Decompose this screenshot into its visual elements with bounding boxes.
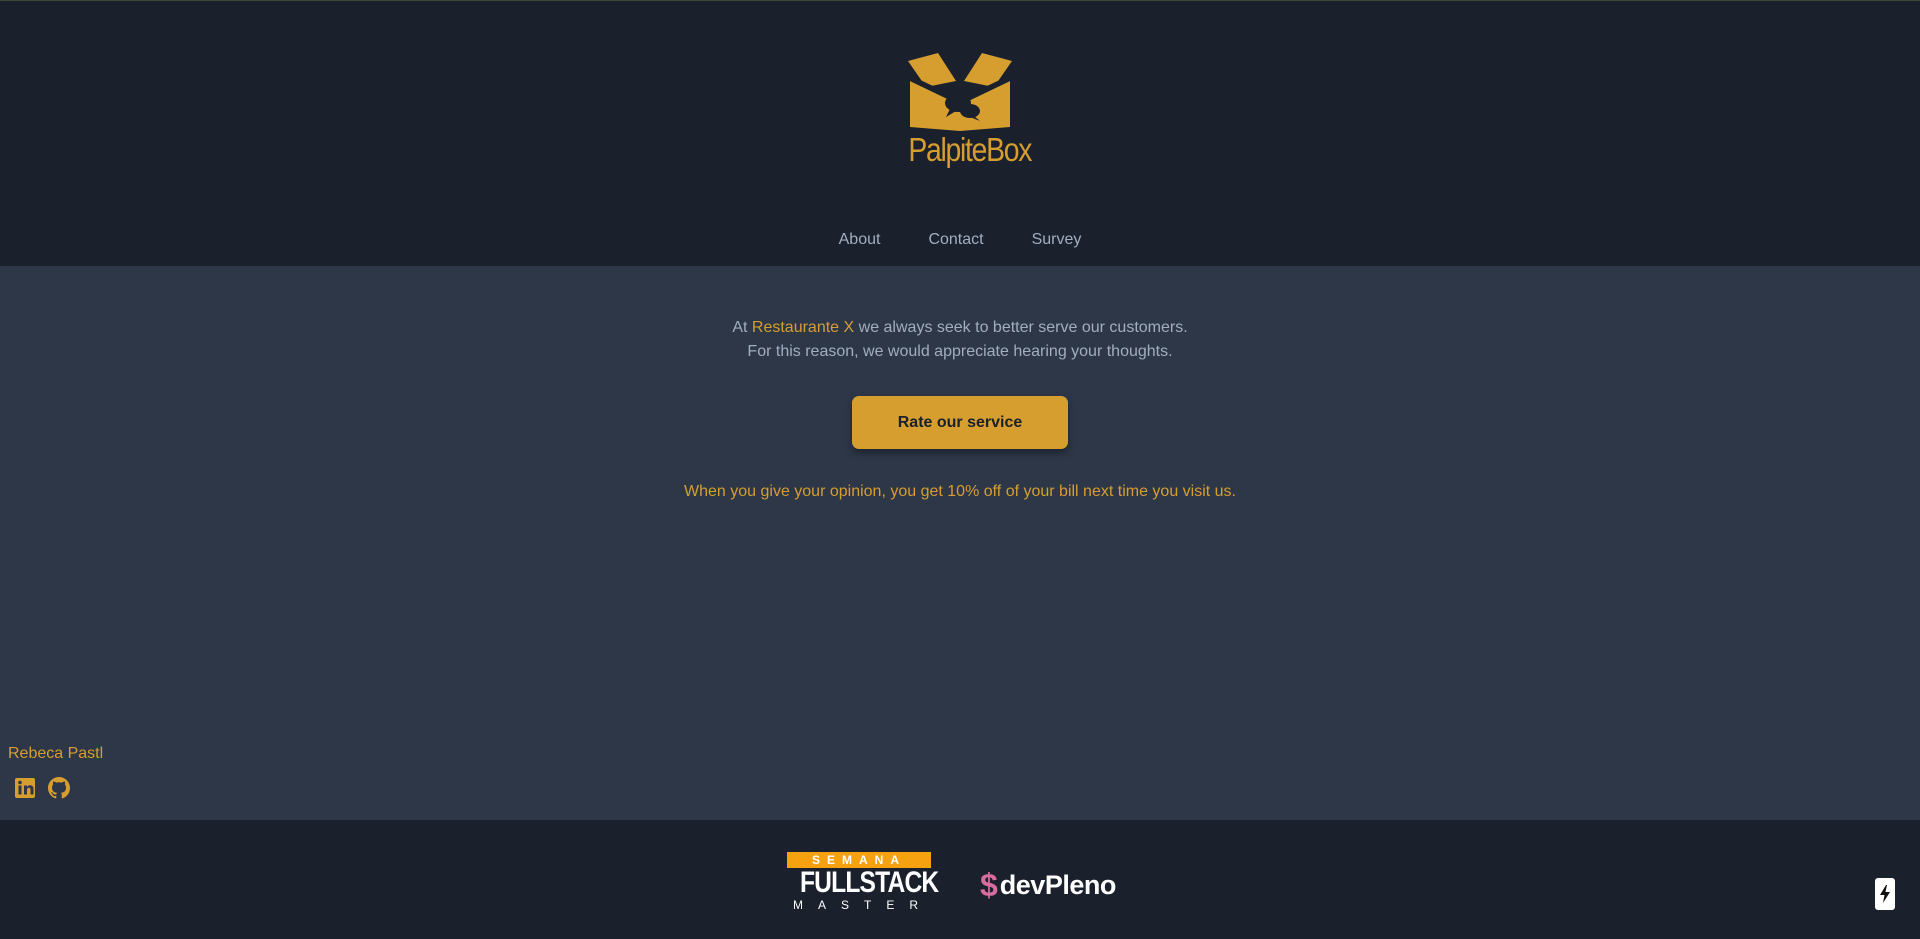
social-links <box>14 777 70 799</box>
fullstack-master-logo[interactable]: SEMANA FULLSTACK MASTER <box>787 852 939 914</box>
linkedin-icon[interactable] <box>14 777 36 799</box>
nav-about[interactable]: About <box>815 228 905 252</box>
fullstack-mid-text: FULLSTACK <box>799 866 939 899</box>
intro-line2: For this reason, we would appreciate hea… <box>747 343 1173 360</box>
intro-text: At Restaurante X we always seek to bette… <box>0 316 1920 364</box>
nav-contact[interactable]: Contact <box>904 228 1007 252</box>
github-icon[interactable] <box>48 777 70 799</box>
devpleno-text: devPleno <box>999 869 1117 900</box>
dollar-icon: $ <box>980 866 998 903</box>
lightning-icon[interactable] <box>1875 878 1895 910</box>
site-footer: SEMANA FULLSTACK MASTER $ devPleno <box>0 820 1920 939</box>
intro-prefix: At <box>732 319 752 336</box>
devpleno-logo[interactable]: $ devPleno <box>980 866 1117 903</box>
promo-text: When you give your opinion, you get 10% … <box>684 483 1236 500</box>
nav-survey[interactable]: Survey <box>1008 228 1106 252</box>
rate-service-button[interactable]: Rate our service <box>852 396 1068 449</box>
restaurant-name: Restaurante X <box>751 319 855 336</box>
palpitebox-logo[interactable]: PalpiteBox <box>900 47 1032 177</box>
author-name: Rebeca Pastl <box>8 745 104 762</box>
logo-text: PalpiteBox <box>908 131 1032 168</box>
site-header: PalpiteBox About Contact Survey <box>0 0 1920 266</box>
main-nav: About Contact Survey <box>0 228 1920 252</box>
fullstack-bottom-text: MASTER <box>793 898 934 912</box>
intro-suffix: we always seek to better serve our custo… <box>854 319 1188 336</box>
box-icon <box>908 49 1012 131</box>
